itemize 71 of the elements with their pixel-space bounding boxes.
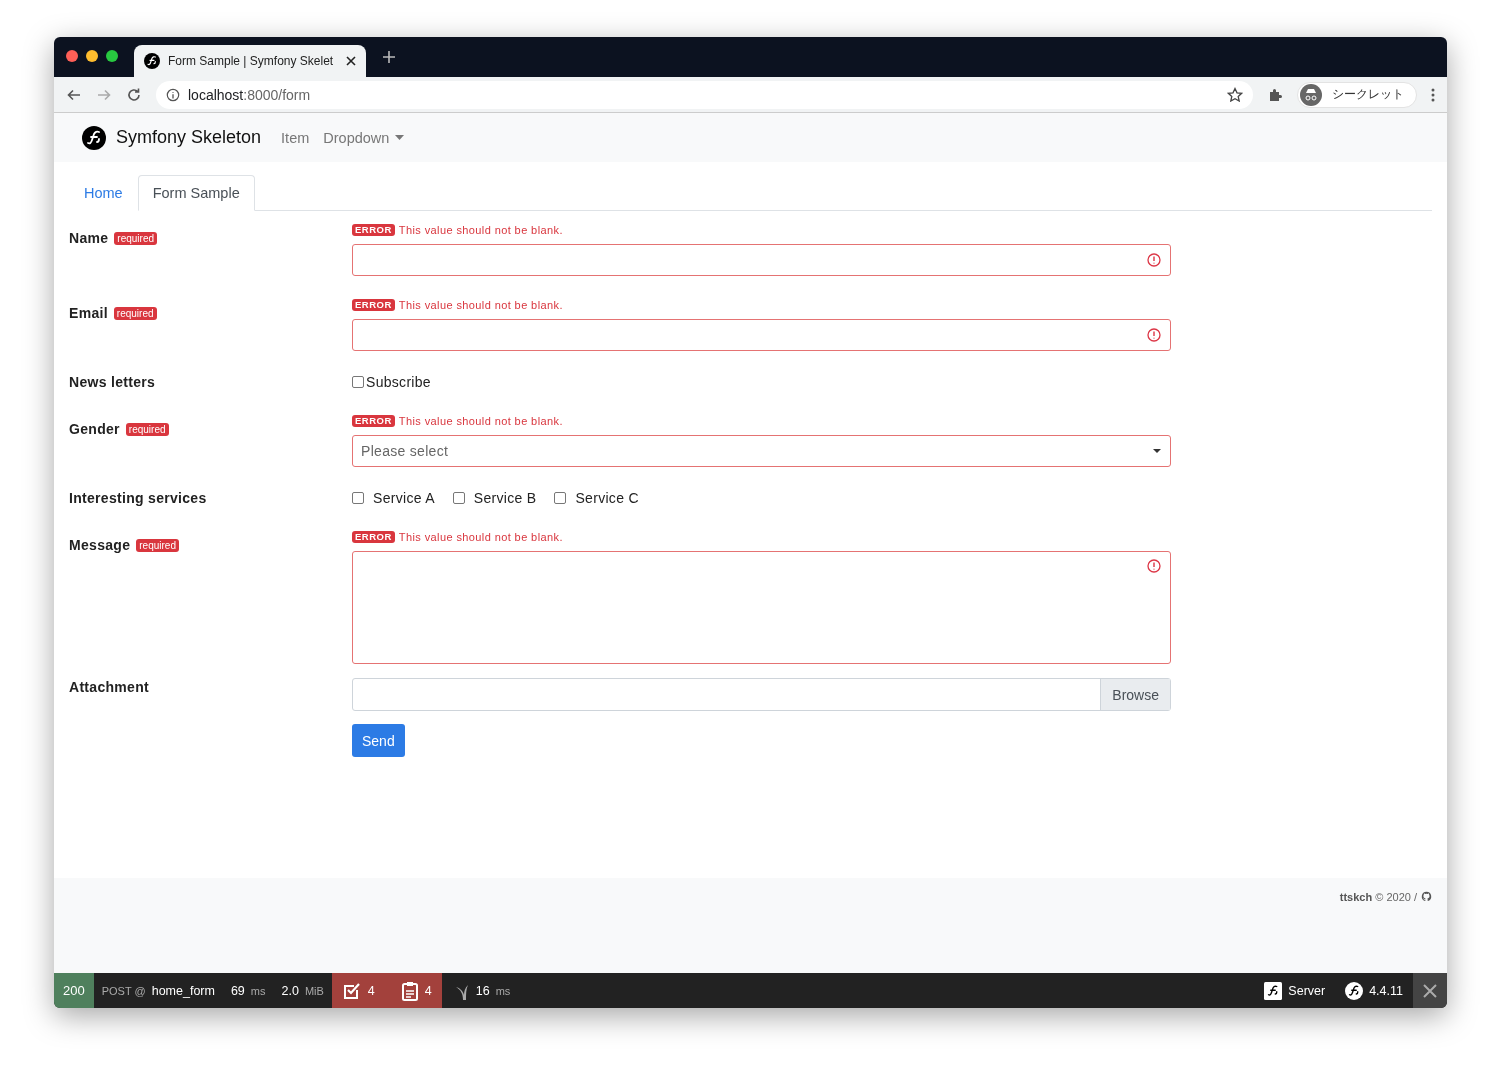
symfony-logo-icon (1345, 981, 1364, 1000)
render-unit: ms (495, 984, 511, 997)
field-label: Message (69, 537, 131, 553)
checkbox[interactable]: Service B (452, 490, 537, 506)
log-count: 4 (424, 983, 432, 998)
required-badge: required (125, 422, 169, 436)
error-badge: ERROR (352, 531, 395, 543)
checkbox[interactable]: Service C (554, 490, 639, 506)
tab[interactable]: Form Sample (137, 175, 255, 211)
send-button[interactable]: Send (352, 724, 405, 757)
field-label: Interesting services (69, 490, 207, 506)
checkbox[interactable]: Service A (352, 490, 435, 506)
close-icon[interactable] (346, 56, 356, 66)
alert-icon (1147, 253, 1161, 267)
incognito-icon (1300, 83, 1322, 106)
request-info[interactable]: POST @ home_form (93, 973, 223, 1008)
file-input[interactable]: Browse (352, 678, 1171, 711)
request-time[interactable]: 69 ms (222, 973, 274, 1008)
field-label: Gender (69, 421, 120, 437)
checkbox[interactable]: Subscribe (352, 374, 431, 390)
caret-icon (1152, 448, 1162, 454)
address-bar[interactable]: localhost:8000/form (156, 80, 1253, 109)
error-badge: ERROR (352, 224, 395, 236)
close-toolbar-button[interactable] (1413, 973, 1447, 1008)
browse-button[interactable]: Browse (1100, 679, 1170, 710)
profile-button[interactable]: シークレット (1297, 81, 1417, 108)
info-icon (166, 87, 180, 102)
error-message: This value should not be blank. (398, 224, 563, 236)
reload-icon[interactable] (126, 86, 142, 103)
text-input[interactable] (352, 319, 1171, 351)
memory-usage[interactable]: 2.0 MiB (273, 973, 332, 1008)
clipboard-icon[interactable] (400, 980, 419, 1001)
error-message: This value should not be blank. (398, 531, 563, 543)
star-icon[interactable] (1227, 86, 1243, 103)
required-badge: required (113, 306, 157, 320)
footer-text: ttskch © 2020 / (1339, 891, 1417, 905)
required-badge: required (136, 538, 179, 552)
render-time: 16 (475, 983, 490, 998)
puzzle-icon[interactable] (1267, 86, 1283, 103)
nav-link[interactable]: Item (281, 129, 310, 146)
server-icon (1264, 981, 1283, 1000)
github-icon[interactable] (1421, 891, 1432, 902)
error-message: This value should not be blank. (398, 299, 563, 311)
required-badge: required (114, 231, 158, 245)
field-label: Attachment (69, 679, 149, 695)
field-label: Name (69, 230, 109, 246)
error-message: This value should not be blank. (398, 415, 563, 427)
browser-tab[interactable]: Form Sample | Symfony Skelet (134, 45, 366, 77)
error-badge: ERROR (352, 299, 395, 311)
textarea[interactable] (352, 551, 1171, 664)
error-badge: ERROR (352, 415, 395, 427)
nav-dropdown[interactable]: Dropdown (323, 129, 405, 146)
select-field[interactable]: Please select (352, 435, 1171, 467)
more-icon[interactable] (1431, 86, 1435, 103)
field-label: Email (69, 305, 108, 321)
plus-icon[interactable] (382, 50, 396, 64)
field-label: News letters (69, 374, 156, 390)
alert-icon (1147, 559, 1161, 573)
minimize-window-button[interactable] (86, 50, 98, 62)
close-window-button[interactable] (66, 50, 78, 62)
symfony-version[interactable]: 4.4.11 (1369, 983, 1403, 998)
symfony-logo-icon (82, 125, 106, 150)
maximize-window-button[interactable] (106, 50, 118, 62)
server-label[interactable]: Server (1288, 983, 1326, 998)
text-input[interactable] (352, 244, 1171, 276)
validator-count: 4 (367, 983, 375, 998)
brand-name[interactable]: Symfony Skeleton (116, 127, 262, 148)
alert-icon (1147, 328, 1161, 342)
caret-icon (395, 135, 405, 140)
status-code[interactable]: 200 (54, 973, 94, 1008)
favicon-icon (144, 53, 160, 69)
